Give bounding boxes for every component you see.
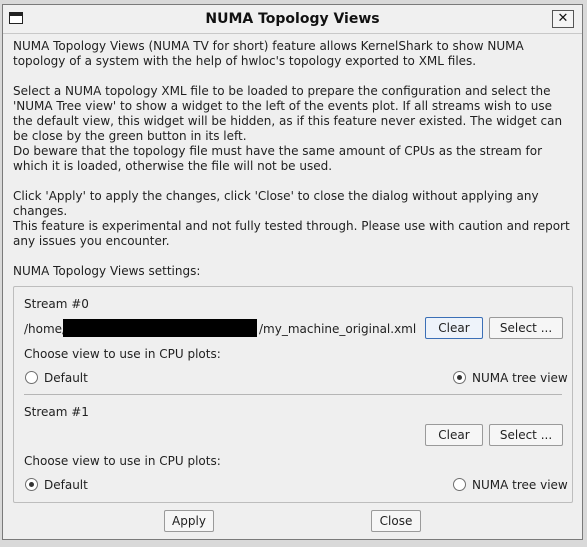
stream-0-default-radio[interactable] <box>25 371 38 384</box>
stream-0-path-suffix: /my_machine_original.xml <box>259 322 417 336</box>
settings-label: NUMA Topology Views settings: <box>13 264 201 278</box>
stream-0-tree-radio[interactable] <box>453 371 466 384</box>
settings-group: Stream #0 /home/ /my_machine_original.xm… <box>13 286 573 503</box>
window-title: NUMA Topology Views <box>205 11 380 27</box>
stream-0-title: Stream #0 <box>24 297 89 311</box>
stream-0-clear-button[interactable]: Clear <box>425 317 483 339</box>
stream-1-title: Stream #1 <box>24 405 89 419</box>
stream-1-default-radio[interactable] <box>25 478 38 491</box>
stream-1-select-button[interactable]: Select ... <box>489 424 563 446</box>
stream-separator <box>24 394 562 395</box>
description-paragraph-3: Do beware that the topology file must ha… <box>13 144 543 173</box>
redacted-path-segment <box>63 319 257 337</box>
title-bar: NUMA Topology Views ✕ <box>3 5 582 34</box>
apply-button[interactable]: Apply <box>164 510 214 532</box>
description-paragraph-5: This feature is experimental and not ful… <box>13 219 570 248</box>
stream-1-choose-label: Choose view to use in CPU plots: <box>24 454 221 468</box>
stream-0-select-button[interactable]: Select ... <box>489 317 563 339</box>
close-window-button[interactable]: ✕ <box>552 10 574 28</box>
description-paragraph-4: Click 'Apply' to apply the changes, clic… <box>13 189 539 218</box>
stream-1-default-label: Default <box>44 478 88 492</box>
numa-dialog-window: NUMA Topology Views ✕ NUMA Topology View… <box>2 4 583 540</box>
description-paragraph-2: Select a NUMA topology XML file to be lo… <box>13 84 563 143</box>
stream-0-path-prefix: /home/ <box>24 322 67 336</box>
stream-1-clear-button[interactable]: Clear <box>425 424 483 446</box>
stream-1-tree-radio[interactable] <box>453 478 466 491</box>
close-button[interactable]: Close <box>371 510 421 532</box>
description-paragraph-1: NUMA Topology Views (NUMA TV for short) … <box>13 39 524 68</box>
stream-0-choose-label: Choose view to use in CPU plots: <box>24 347 221 361</box>
stream-1-tree-label: NUMA tree view <box>472 478 568 492</box>
stream-0-default-label: Default <box>44 371 88 385</box>
stream-0-tree-label: NUMA tree view <box>472 371 568 385</box>
